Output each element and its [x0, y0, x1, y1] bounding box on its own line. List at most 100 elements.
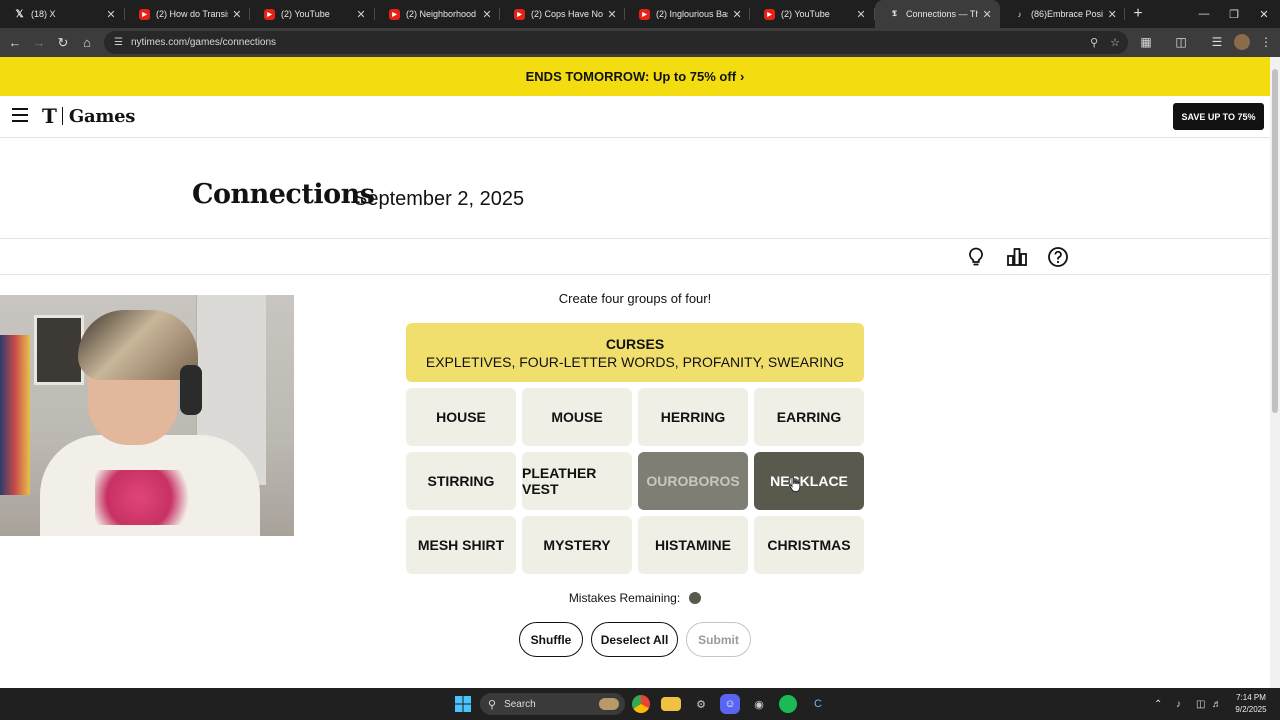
microphone-icon[interactable]: ♪: [1176, 688, 1181, 720]
mistakes-label: Mistakes Remaining:: [568, 591, 681, 605]
word-tile[interactable]: HISTAMINE: [638, 516, 748, 574]
close-window-icon[interactable]: ✕: [1248, 0, 1280, 28]
tab-close-icon[interactable]: ✕: [105, 8, 117, 21]
browser-menu-icon[interactable]: ⋮: [1257, 33, 1275, 51]
back-icon[interactable]: ←: [3, 31, 27, 55]
network-icon[interactable]: ◫: [1196, 688, 1205, 720]
tab-close-icon[interactable]: ✕: [482, 8, 492, 21]
nyt-games-logo[interactable]: T Games: [42, 104, 135, 128]
tab-title: (18) X: [31, 9, 56, 19]
browser-tab[interactable]: ▶ (2) YouTube ✕: [250, 0, 375, 28]
nyt-t-logo-icon: T: [42, 104, 57, 128]
stats-chart-icon[interactable]: [1006, 246, 1028, 268]
word-tile[interactable]: MESH SHIRT: [406, 516, 516, 574]
youtube-icon: ▶: [389, 8, 400, 20]
youtube-icon: ▶: [639, 8, 650, 20]
minimize-icon[interactable]: —: [1188, 0, 1220, 28]
word-tile[interactable]: NECKLACE: [754, 452, 864, 510]
word-tile[interactable]: EARRING: [754, 388, 864, 446]
hint-lightbulb-icon[interactable]: [965, 246, 987, 268]
browser-tab[interactable]: ▶ (2) How do Transisto ✕: [125, 0, 250, 28]
volume-icon[interactable]: ♬: [1212, 688, 1222, 720]
browser-tab[interactable]: ♪ (86)Embrace Positivity✕: [1000, 0, 1125, 28]
promo-banner[interactable]: ENDS TOMORROW: Up to 75% off ›: [0, 57, 1270, 96]
solved-group-category: CURSES: [605, 335, 665, 352]
site-info-icon[interactable]: ☰: [114, 37, 123, 48]
tab-close-icon[interactable]: ✕: [355, 8, 367, 21]
word-tile[interactable]: PLEATHER VEST: [522, 452, 632, 510]
chrome-taskbar-icon[interactable]: [632, 695, 650, 713]
spotify-icon[interactable]: [779, 695, 797, 713]
word-tile[interactable]: OUROBOROS: [638, 452, 748, 510]
tab-close-icon[interactable]: ✕: [607, 8, 617, 21]
steam-icon[interactable]: ◉: [749, 694, 769, 714]
tray-chevron-icon[interactable]: ⌃: [1154, 688, 1162, 720]
webcam-overlay: [0, 295, 294, 536]
deselect-all-button[interactable]: Deselect All: [591, 622, 678, 657]
file-explorer-icon[interactable]: [661, 697, 681, 711]
mistake-dot: [689, 592, 702, 604]
shuffle-button[interactable]: Shuffle: [519, 622, 583, 657]
nyt-icon: 𝕿: [892, 9, 897, 18]
word-tile[interactable]: HOUSE: [406, 388, 516, 446]
help-question-icon[interactable]: [1047, 246, 1069, 268]
home-icon[interactable]: ⌂: [75, 31, 99, 55]
address-bar[interactable]: ☰ nytimes.com/games/connections ⚲ ☆: [104, 31, 1128, 54]
word-tile[interactable]: HERRING: [638, 388, 748, 446]
word-tile[interactable]: STIRRING: [406, 452, 516, 510]
browser-tab[interactable]: ▶ (2) Neighborhood Bul ✕: [375, 0, 500, 28]
youtube-icon: ▶: [139, 8, 150, 20]
save-up-to-75-button[interactable]: SAVE UP TO 75%: [1173, 103, 1264, 130]
wall-frame: [34, 315, 84, 385]
page-scrollbar[interactable]: [1270, 57, 1280, 688]
game-controls: Shuffle Deselect All Submit: [519, 622, 751, 657]
word-tile[interactable]: MOUSE: [522, 388, 632, 446]
submit-button[interactable]: Submit: [686, 622, 751, 657]
reload-icon[interactable]: ↻: [51, 31, 75, 55]
taskbar-search[interactable]: ⚲ Search: [480, 693, 625, 715]
windows-start-icon[interactable]: [453, 694, 473, 714]
tab-close-icon[interactable]: ✕: [232, 8, 242, 21]
url-text: nytimes.com/games/connections: [130, 37, 277, 48]
word-tile[interactable]: CHRISTMAS: [754, 516, 864, 574]
game-title-area: Connections September 2, 2025: [0, 138, 1270, 239]
tab-close-icon[interactable]: ✕: [732, 8, 742, 21]
browser-tab[interactable]: ▶ (2) Cops Have No Ide✕: [500, 0, 625, 28]
bookmark-star-icon[interactable]: ☆: [1110, 36, 1120, 49]
restore-icon[interactable]: ❐: [1218, 0, 1250, 28]
browser-tab[interactable]: 𝕿 Connections — The N✕: [875, 0, 1000, 28]
media-controls-icon[interactable]: ☰: [1208, 33, 1226, 51]
profile-avatar[interactable]: [1234, 34, 1250, 50]
chevron-right-icon: ›: [740, 69, 745, 84]
hamburger-menu-icon[interactable]: [12, 108, 28, 122]
taskbar-clock[interactable]: 7:14 PM 9/2/2025: [1226, 692, 1276, 716]
forward-icon[interactable]: →: [27, 31, 51, 55]
promo-text: ENDS TOMORROW: Up to 75% off: [525, 69, 737, 84]
puzzle-date: September 2, 2025: [354, 188, 525, 210]
extensions-icon[interactable]: ▦: [1137, 33, 1155, 51]
tab-close-icon[interactable]: ✕: [982, 8, 992, 21]
app-c-icon[interactable]: C: [808, 694, 828, 714]
browser-tab-strip: 𝕏 (18) X ✕ ▶ (2) How do Transisto ✕ ▶ (2) YouTu…: [0, 0, 1280, 28]
tab-title: Connections — The N: [906, 9, 979, 19]
settings-gear-icon[interactable]: ⚙: [691, 694, 711, 714]
zoom-icon[interactable]: ⚲: [1090, 36, 1098, 49]
tab-title: (2) How do Transisto: [156, 9, 228, 19]
browser-tab[interactable]: ▶ (2) YouTube ✕: [750, 0, 875, 28]
discord-icon[interactable]: ☺: [720, 694, 740, 714]
scrollbar-thumb[interactable]: [1272, 69, 1278, 413]
browser-tab[interactable]: ▶ (2) Inglourious Basten ✕: [625, 0, 750, 28]
tab-close-icon[interactable]: ✕: [1107, 8, 1117, 21]
youtube-icon: ▶: [514, 8, 525, 20]
browser-tab[interactable]: 𝕏 (18) X ✕: [0, 0, 125, 28]
new-tab-icon[interactable]: +: [1125, 5, 1151, 23]
shirt-graphic: [95, 470, 205, 525]
tab-title: (2) Cops Have No Ide: [531, 9, 604, 19]
tab-title: (2) YouTube: [781, 9, 830, 19]
side-panel-icon[interactable]: ◫: [1172, 33, 1190, 51]
tab-close-icon[interactable]: ✕: [855, 8, 867, 21]
youtube-icon: ▶: [264, 8, 275, 20]
x-icon: 𝕏: [15, 8, 24, 20]
word-tile[interactable]: MYSTERY: [522, 516, 632, 574]
tab-title: (2) Inglourious Basten: [656, 9, 728, 19]
